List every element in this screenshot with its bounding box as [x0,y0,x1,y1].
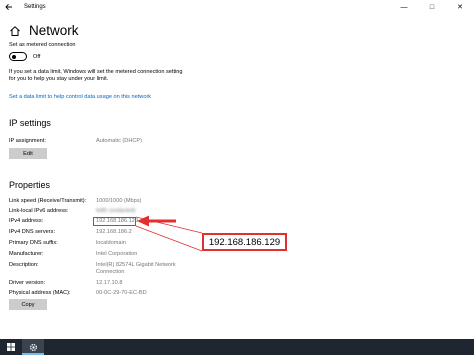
annotation-overlay [135,215,203,252]
windows-logo-icon [7,343,15,351]
taskbar [0,339,474,355]
annotation-arrowhead-icon [137,215,149,227]
gear-icon [29,343,37,351]
ip-callout-box: 192.168.186.129 [202,233,287,251]
start-button[interactable] [0,339,22,355]
annotation-connector-bottom [135,225,203,252]
